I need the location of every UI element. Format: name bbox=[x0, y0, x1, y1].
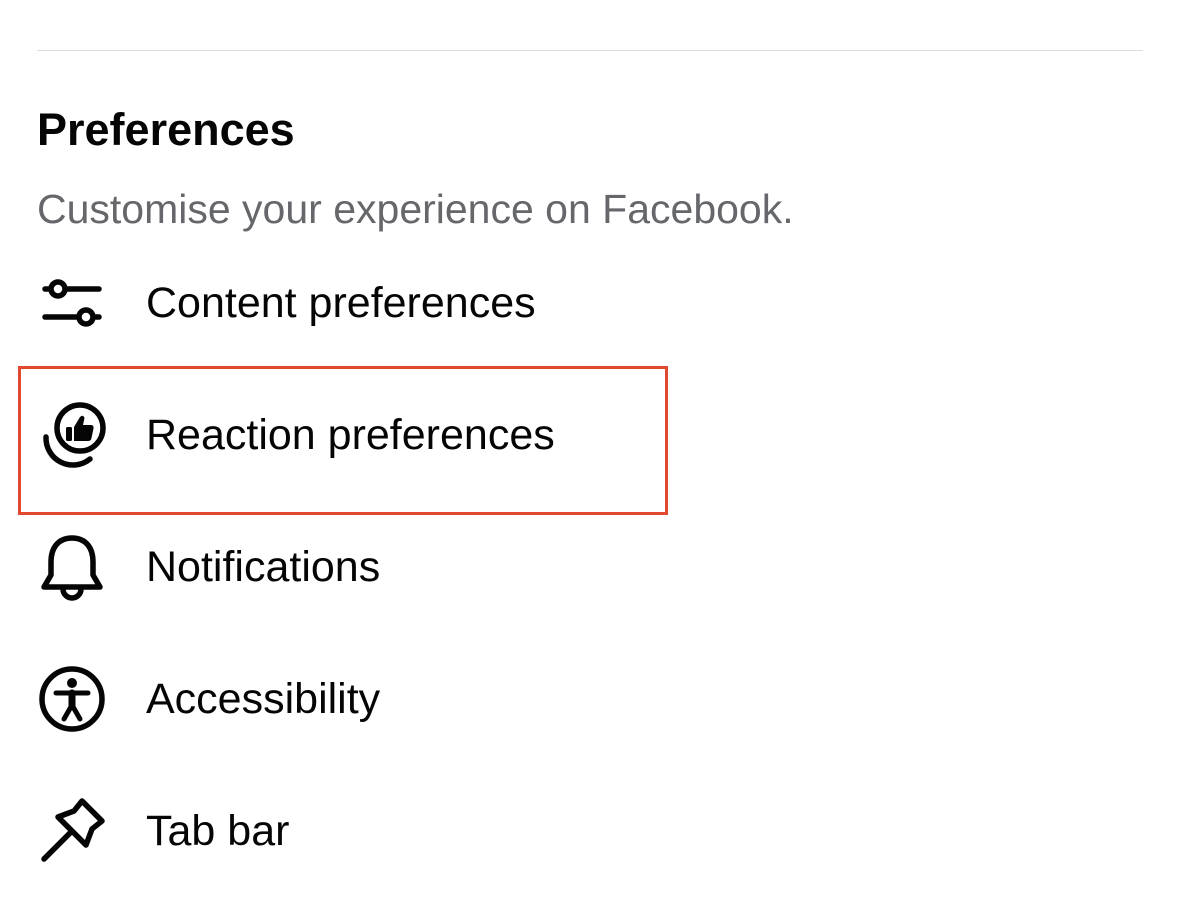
menu-item-tab-bar[interactable]: Tab bar bbox=[0, 765, 1179, 897]
menu-item-label: Reaction preferences bbox=[146, 411, 555, 459]
menu-item-reaction-preferences[interactable]: Reaction preferences bbox=[0, 369, 1179, 501]
menu-item-accessibility[interactable]: Accessibility bbox=[0, 633, 1179, 765]
sliders-icon bbox=[36, 267, 108, 339]
menu-item-label: Notifications bbox=[146, 543, 381, 591]
accessibility-icon bbox=[36, 663, 108, 735]
section-subtitle: Customise your experience on Facebook. bbox=[37, 186, 794, 232]
reaction-like-icon bbox=[36, 399, 108, 471]
pin-icon bbox=[36, 795, 108, 867]
menu-item-label: Tab bar bbox=[146, 807, 290, 855]
menu-item-label: Accessibility bbox=[146, 675, 381, 723]
menu-item-label: Content preferences bbox=[146, 279, 536, 327]
section-title: Preferences bbox=[37, 104, 295, 155]
menu-item-content-preferences[interactable]: Content preferences bbox=[0, 237, 1179, 369]
bell-icon bbox=[36, 531, 108, 603]
section-divider bbox=[37, 50, 1143, 51]
menu-item-notifications[interactable]: Notifications bbox=[0, 501, 1179, 633]
